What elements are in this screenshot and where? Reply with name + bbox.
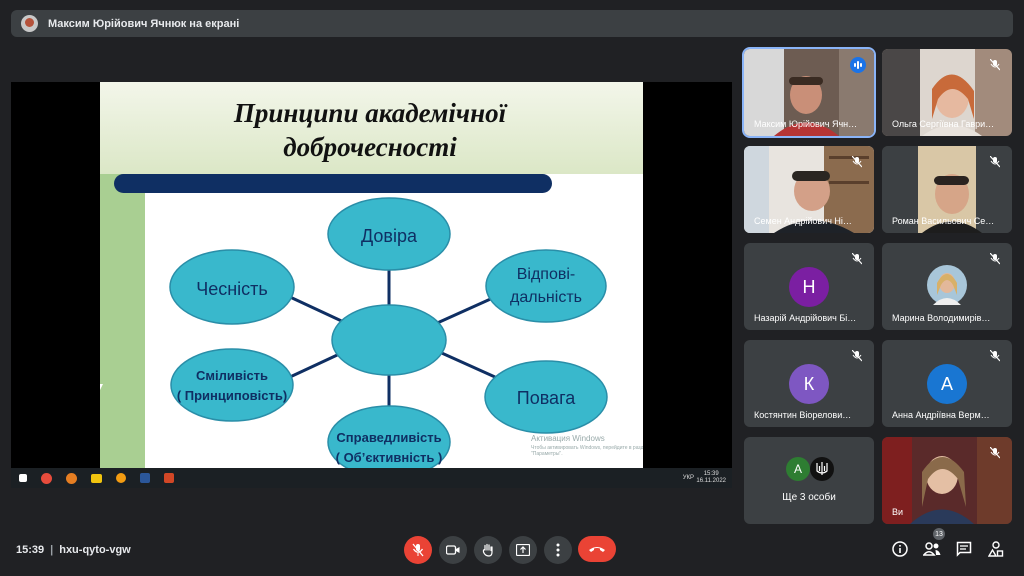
microphone-toggle-button[interactable] xyxy=(404,536,432,564)
label-courage-2: ( Принциповість) xyxy=(177,388,287,403)
word-icon xyxy=(140,473,150,483)
hand-icon xyxy=(482,543,493,557)
chrome-alt-icon xyxy=(66,472,77,484)
participant-avatar: К xyxy=(789,364,829,404)
speaking-indicator-icon xyxy=(850,57,866,73)
windows-taskbar: УКР 15:39 16.11.2022 xyxy=(11,468,732,488)
connector-respect xyxy=(434,348,496,379)
connector-responsibility xyxy=(434,295,496,326)
meeting-time: 15:39 xyxy=(16,544,45,556)
more-participants-tile[interactable]: А Ще 3 особи xyxy=(744,437,874,524)
more-participants-label: Ще 3 особи xyxy=(782,492,836,503)
mic-off-icon xyxy=(412,543,424,557)
presentation-slide: Принципи академічної доброчесності Довір… xyxy=(100,82,643,468)
participant-avatar: А xyxy=(927,364,967,404)
taskbar-date: 16.11.2022 xyxy=(696,478,726,484)
principles-diagram: Довіра Чесність Відпові- дальність Сміли… xyxy=(169,197,608,468)
participant-name: Семен Андрійович Ні… xyxy=(754,216,852,226)
participants-button[interactable] xyxy=(922,539,942,559)
participant-tile[interactable]: Семен Андрійович Ні… xyxy=(744,146,874,233)
more-vert-icon xyxy=(556,543,560,557)
mic-off-icon xyxy=(988,155,1002,169)
activities-button[interactable] xyxy=(986,539,1006,559)
windows-start-icon xyxy=(19,474,27,482)
label-respect: Повага xyxy=(517,388,576,408)
hang-up-icon xyxy=(589,547,605,552)
label-courage-1: Сміливість xyxy=(196,368,268,383)
node-responsibility xyxy=(485,249,607,323)
present-icon xyxy=(516,544,530,556)
participant-tile[interactable]: Роман Васильович Се… xyxy=(882,146,1012,233)
participant-name: Ви xyxy=(892,507,904,517)
presenter-banner: Максим Юрійович Ячнюк на екрані xyxy=(11,10,1013,37)
label-responsibility-1: Відпові- xyxy=(517,266,576,283)
powerpoint-icon xyxy=(164,473,174,483)
camera-toggle-button[interactable] xyxy=(439,536,467,564)
mic-off-icon xyxy=(850,155,864,169)
participant-name: Костянтин Віорелови… xyxy=(754,410,852,420)
mic-off-icon xyxy=(988,446,1002,460)
participant-name: Максим Юрійович Ячн… xyxy=(754,119,858,129)
more-options-button[interactable] xyxy=(544,536,572,564)
meeting-code: hxu-qyto-vgw xyxy=(59,544,131,556)
chat-icon xyxy=(956,541,972,557)
people-icon xyxy=(923,542,941,556)
participant-tile[interactable]: Ольга Сергіївна Гаври… xyxy=(882,49,1012,136)
connector-honesty xyxy=(289,295,349,326)
participant-tile[interactable]: Максим Юрійович Ячн… xyxy=(742,47,876,138)
participant-name: Ольга Сергіївна Гаври… xyxy=(892,119,995,129)
participant-tile[interactable]: Марина Володимирів… xyxy=(882,243,1012,330)
participant-tile[interactable]: А Анна Андріївна Верм… xyxy=(882,340,1012,427)
participant-avatar xyxy=(927,265,967,305)
participant-name: Анна Андріївна Верм… xyxy=(892,410,990,420)
app-icon xyxy=(116,473,126,483)
label-responsibility-2: дальність xyxy=(510,289,582,306)
mic-off-icon xyxy=(988,58,1002,72)
presenter-avatar xyxy=(21,15,38,32)
label-honesty: Чесність xyxy=(196,279,268,299)
chrome-icon xyxy=(41,472,52,484)
raise-hand-button[interactable] xyxy=(474,536,502,564)
taskbar-clock: 15:39 16.11.2022 xyxy=(696,471,726,485)
leave-call-button[interactable] xyxy=(578,536,616,562)
participant-tile[interactable]: Н Назарій Андрійович Бі… xyxy=(744,243,874,330)
taskbar-time: 15:39 xyxy=(703,471,719,477)
present-screen-button[interactable] xyxy=(509,536,537,564)
camera-icon xyxy=(446,545,460,555)
participant-tile[interactable]: К Костянтин Віорелови… xyxy=(744,340,874,427)
mic-off-icon xyxy=(850,252,864,266)
participant-name: Роман Васильович Се… xyxy=(892,216,995,226)
windows-activation-sub: Чтобы активировать Windows, перейдите в … xyxy=(531,445,643,457)
label-trust: Довіра xyxy=(361,226,418,246)
participant-name: Назарій Андрійович Бі… xyxy=(754,313,857,323)
meeting-details-button[interactable] xyxy=(890,539,910,559)
participant-mini-avatar: А xyxy=(786,457,810,481)
meeting-info-separator: | xyxy=(50,544,54,556)
node-courage xyxy=(170,348,294,422)
info-icon xyxy=(892,541,908,557)
node-center xyxy=(331,304,447,376)
participant-avatar: Н xyxy=(789,267,829,307)
folder-icon xyxy=(91,473,102,483)
windows-activation-title: Активация Windows xyxy=(531,434,605,443)
participant-count-badge: 13 xyxy=(933,528,945,540)
mouse-cursor xyxy=(100,384,103,390)
participant-name: Марина Володимирів… xyxy=(892,313,991,323)
label-justice-1: Справедливість xyxy=(336,430,441,445)
self-tile[interactable]: Ви xyxy=(882,437,1012,524)
presenter-banner-text: Максим Юрійович Ячнюк на екрані xyxy=(48,17,240,30)
trident-icon xyxy=(810,457,834,481)
shared-screen: Принципи академічної доброчесності Довір… xyxy=(11,82,732,488)
mic-off-icon xyxy=(988,349,1002,363)
meeting-info: 15:39 | hxu-qyto-vgw xyxy=(16,544,131,556)
chat-button[interactable] xyxy=(954,539,974,559)
meeting-controls-bar: 15:39 | hxu-qyto-vgw 13 xyxy=(0,528,1024,576)
activities-icon xyxy=(988,541,1004,557)
taskbar-language: УКР xyxy=(682,475,694,481)
mic-off-icon xyxy=(850,349,864,363)
label-justice-2: ( Об’єктивність ) xyxy=(336,450,443,465)
mic-off-icon xyxy=(988,252,1002,266)
